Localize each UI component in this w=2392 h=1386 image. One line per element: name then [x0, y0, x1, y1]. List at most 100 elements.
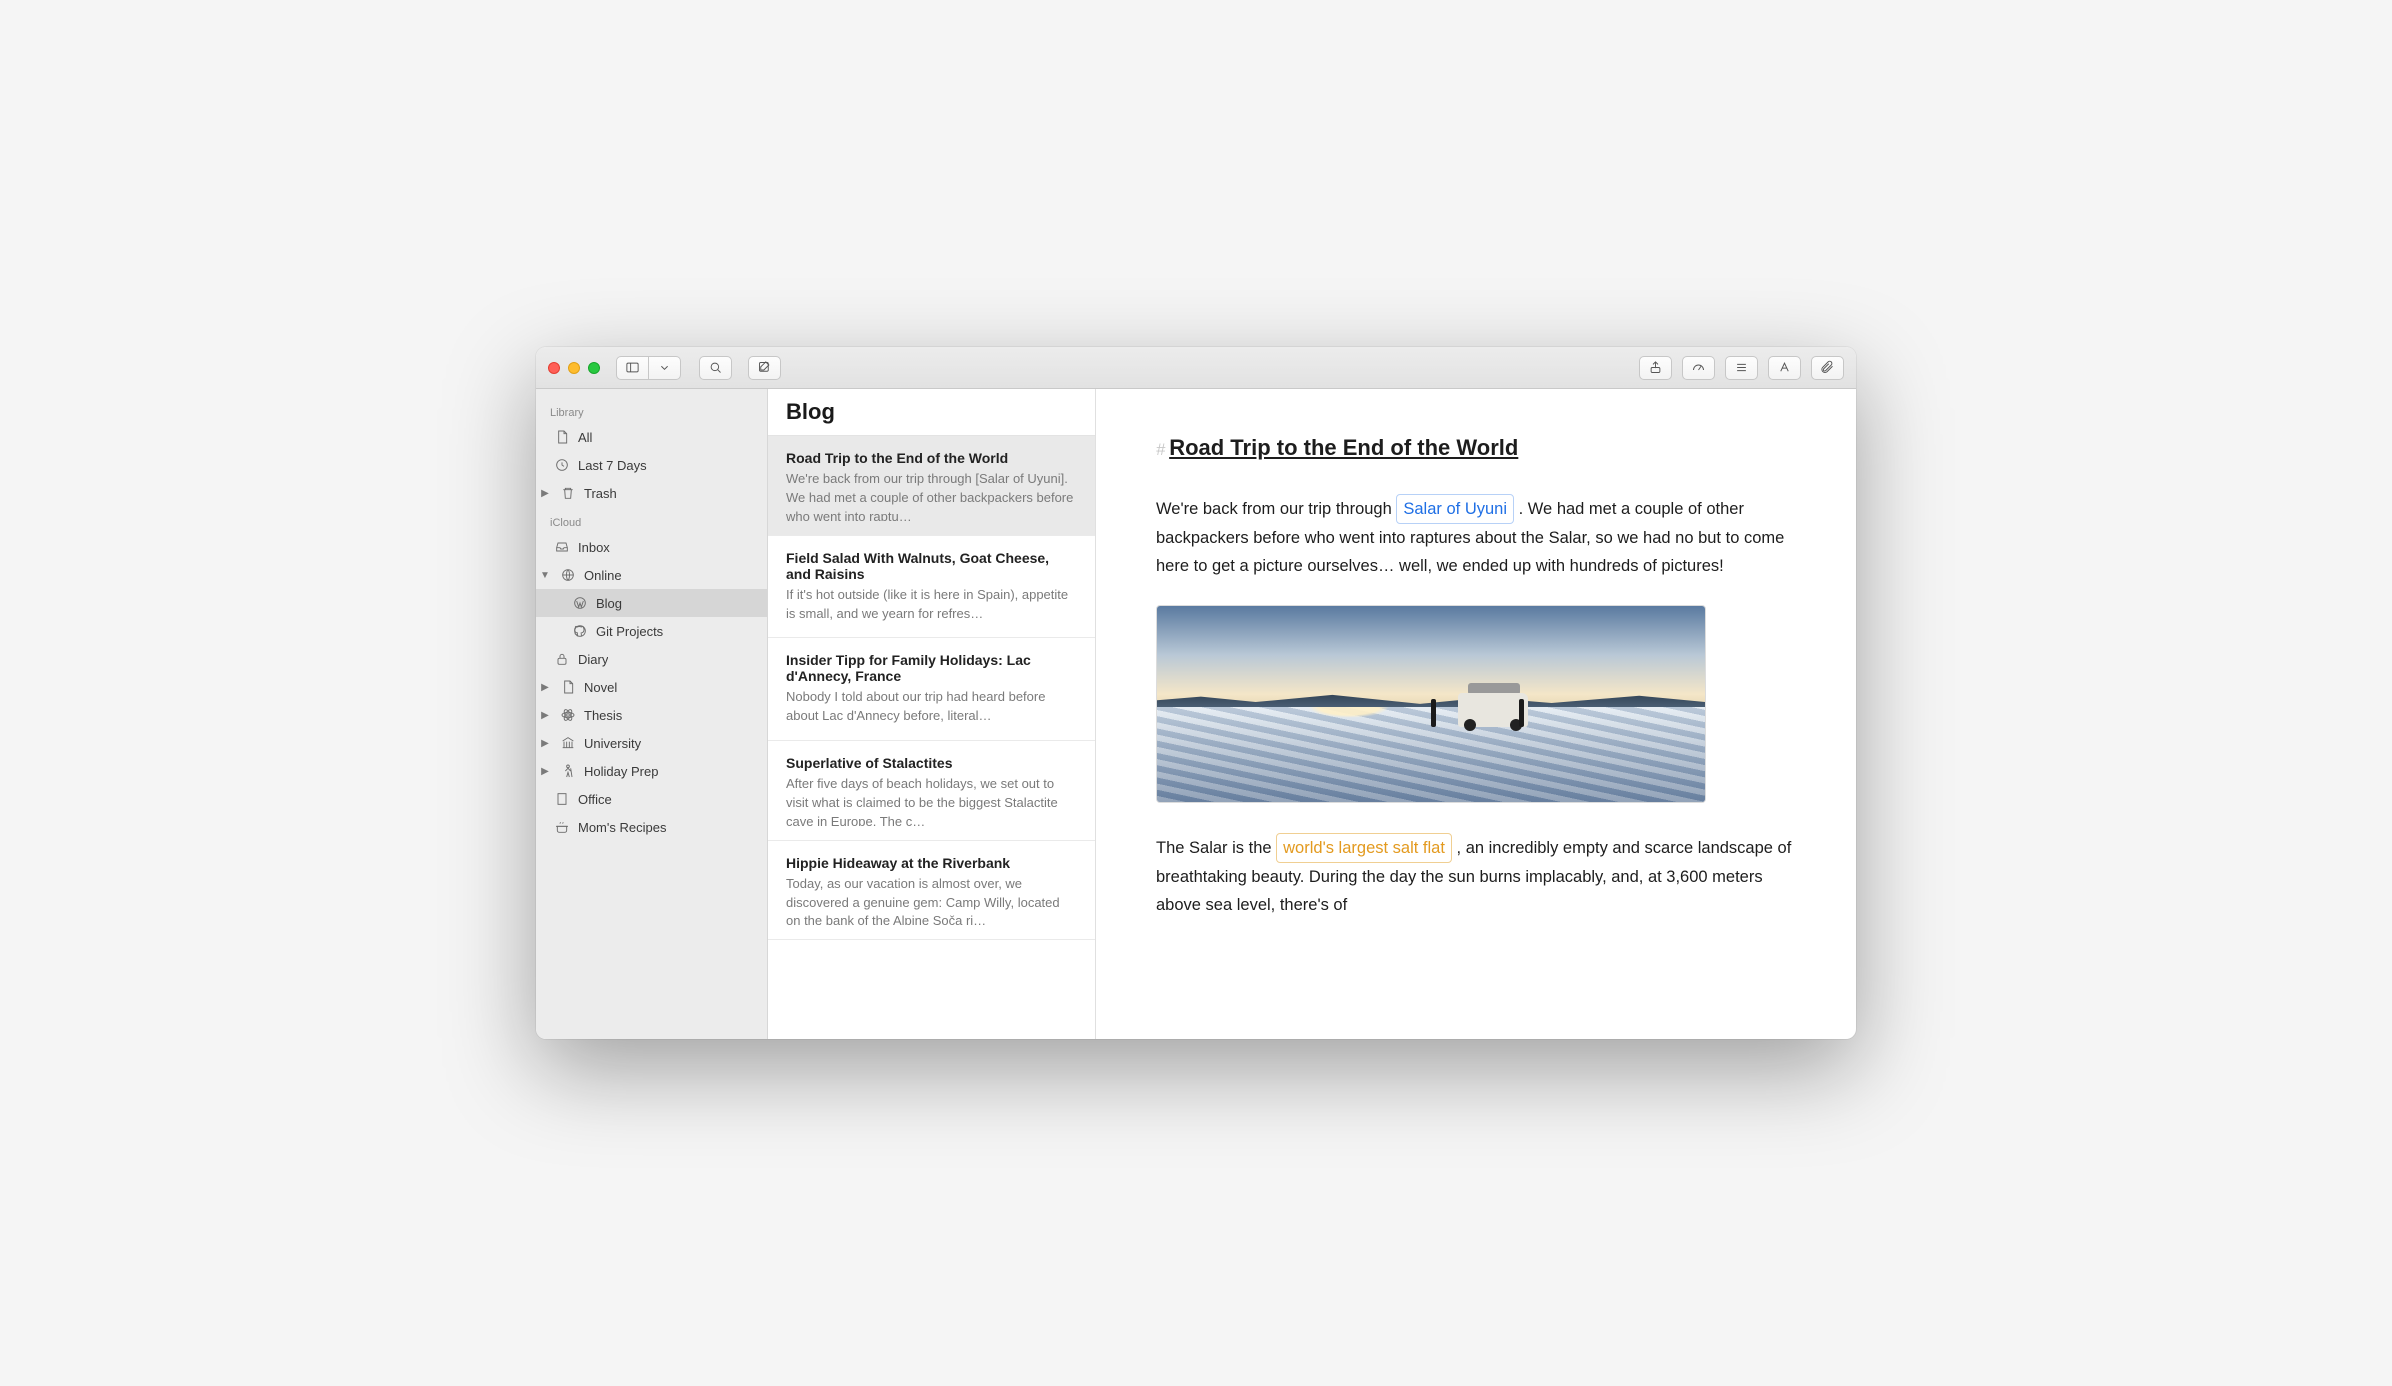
sidebar-item-diary[interactable]: Diary: [536, 645, 767, 673]
share-icon: [1648, 360, 1663, 375]
sidebar-item-label: Mom's Recipes: [578, 820, 666, 835]
columns-icon: [560, 735, 576, 751]
sidebar-item-label: Blog: [596, 596, 622, 611]
disclosure-triangle-icon[interactable]: ▶: [540, 710, 550, 721]
sidebar-item-last7days[interactable]: Last 7 Days: [536, 451, 767, 479]
note-list-header: Blog: [768, 389, 1095, 436]
search-button[interactable]: [699, 356, 732, 380]
highlight-token[interactable]: world's largest salt flat: [1276, 833, 1452, 863]
note-preview: We're back from our trip through [Salar …: [786, 470, 1077, 521]
building-icon: [554, 791, 570, 807]
list-icon: [1734, 360, 1749, 375]
note-title: Hippie Hideaway at the Riverbank: [786, 855, 1077, 871]
search-icon: [708, 360, 723, 375]
sidebar-item-online[interactable]: ▼ Online: [536, 561, 767, 589]
sidebar-item-label: Online: [584, 568, 622, 583]
atom-icon: [560, 707, 576, 723]
note-preview: Nobody I told about our trip had heard b…: [786, 688, 1077, 726]
sidebar-item-blog[interactable]: Blog: [536, 589, 767, 617]
doc-icon: [554, 429, 570, 445]
editor[interactable]: #Road Trip to the End of the World We're…: [1096, 389, 1856, 1039]
sidebar-item-label: Trash: [584, 486, 617, 501]
note-title: Insider Tipp for Family Holidays: Lac d'…: [786, 652, 1077, 684]
list-view-button[interactable]: [1725, 356, 1758, 380]
sidebar-item-all[interactable]: All: [536, 423, 767, 451]
note-item[interactable]: Insider Tipp for Family Holidays: Lac d'…: [768, 638, 1095, 741]
titlebar: [536, 347, 1856, 389]
editor-paragraph[interactable]: We're back from our trip through Salar o…: [1156, 494, 1796, 580]
chevron-down-icon: [657, 360, 672, 375]
sidebar-item-trash[interactable]: ▶ Trash: [536, 479, 767, 507]
image-car: [1458, 693, 1528, 727]
sidebar-item-novel[interactable]: ▶ Novel: [536, 673, 767, 701]
sidebar: Library All Last 7 Days ▶ Trash iCloud I…: [536, 389, 768, 1039]
stats-button[interactable]: [1682, 356, 1715, 380]
note-preview: If it's hot outside (like it is here in …: [786, 586, 1077, 624]
sidebar-item-momsrecipes[interactable]: Mom's Recipes: [536, 813, 767, 841]
heading-marker: #: [1156, 441, 1165, 459]
image-person: [1519, 699, 1524, 727]
trash-icon: [560, 485, 576, 501]
disclosure-triangle-icon[interactable]: ▶: [540, 766, 550, 777]
sidebar-section-library: Library: [536, 403, 767, 423]
compose-button[interactable]: [748, 356, 781, 380]
share-button[interactable]: [1639, 356, 1672, 380]
sidebar-item-office[interactable]: Office: [536, 785, 767, 813]
note-title: Superlative of Stalactites: [786, 755, 1077, 771]
attachments-button[interactable]: [1811, 356, 1844, 380]
editor-image[interactable]: [1156, 605, 1706, 803]
close-window-button[interactable]: [548, 362, 560, 374]
editor-text: The Salar is the: [1156, 839, 1276, 857]
sidebar-item-label: Holiday Prep: [584, 764, 658, 779]
editor-heading-row: #Road Trip to the End of the World: [1156, 429, 1796, 494]
clock-icon: [554, 457, 570, 473]
gauge-icon: [1691, 360, 1706, 375]
doc-icon: [560, 679, 576, 695]
zoom-window-button[interactable]: [588, 362, 600, 374]
sidebar-item-label: Novel: [584, 680, 617, 695]
note-title: Field Salad With Walnuts, Goat Cheese, a…: [786, 550, 1077, 582]
disclosure-triangle-icon[interactable]: ▶: [540, 682, 550, 693]
sidebar-item-label: Last 7 Days: [578, 458, 647, 473]
sidebar-item-holidayprep[interactable]: ▶ Holiday Prep: [536, 757, 767, 785]
sidebar-item-label: Git Projects: [596, 624, 663, 639]
note-list: Blog Road Trip to the End of the World W…: [768, 389, 1096, 1039]
disclosure-triangle-icon[interactable]: ▶: [540, 738, 550, 749]
sidebar-section-icloud: iCloud: [536, 513, 767, 533]
window-controls: [548, 362, 600, 374]
note-item[interactable]: Hippie Hideaway at the Riverbank Today, …: [768, 841, 1095, 941]
sidebar-item-university[interactable]: ▶ University: [536, 729, 767, 757]
inbox-icon: [554, 539, 570, 555]
editor-paragraph[interactable]: The Salar is the world's largest salt fl…: [1156, 833, 1796, 919]
sidebar-item-label: Office: [578, 792, 612, 807]
typography-button[interactable]: [1768, 356, 1801, 380]
toggle-sidebar-button[interactable]: [616, 356, 649, 380]
sidebar-dropdown-button[interactable]: [649, 356, 681, 380]
typography-icon: [1777, 360, 1792, 375]
note-item[interactable]: Field Salad With Walnuts, Goat Cheese, a…: [768, 536, 1095, 639]
disclosure-triangle-icon[interactable]: ▶: [540, 488, 550, 499]
editor-heading[interactable]: Road Trip to the End of the World: [1169, 429, 1518, 466]
wiki-link-token[interactable]: Salar of Uyuni: [1396, 494, 1514, 524]
sidebar-item-label: All: [578, 430, 592, 445]
github-icon: [572, 623, 588, 639]
hiker-icon: [560, 763, 576, 779]
app-window: Library All Last 7 Days ▶ Trash iCloud I…: [536, 347, 1856, 1039]
minimize-window-button[interactable]: [568, 362, 580, 374]
disclosure-triangle-icon[interactable]: ▼: [540, 570, 550, 581]
note-item[interactable]: Road Trip to the End of the World We're …: [768, 436, 1095, 536]
note-item[interactable]: Superlative of Stalactites After five da…: [768, 741, 1095, 841]
note-preview: After five days of beach holidays, we se…: [786, 775, 1077, 826]
sidebar-item-gitprojects[interactable]: Git Projects: [536, 617, 767, 645]
image-person: [1431, 699, 1436, 727]
sidebar-item-label: University: [584, 736, 641, 751]
note-title: Road Trip to the End of the World: [786, 450, 1077, 466]
compose-icon: [757, 360, 772, 375]
wordpress-icon: [572, 595, 588, 611]
sidebar-item-inbox[interactable]: Inbox: [536, 533, 767, 561]
sidebar-item-label: Diary: [578, 652, 608, 667]
globe-icon: [560, 567, 576, 583]
editor-text: We're back from our trip through: [1156, 500, 1396, 518]
lock-icon: [554, 651, 570, 667]
sidebar-item-thesis[interactable]: ▶ Thesis: [536, 701, 767, 729]
